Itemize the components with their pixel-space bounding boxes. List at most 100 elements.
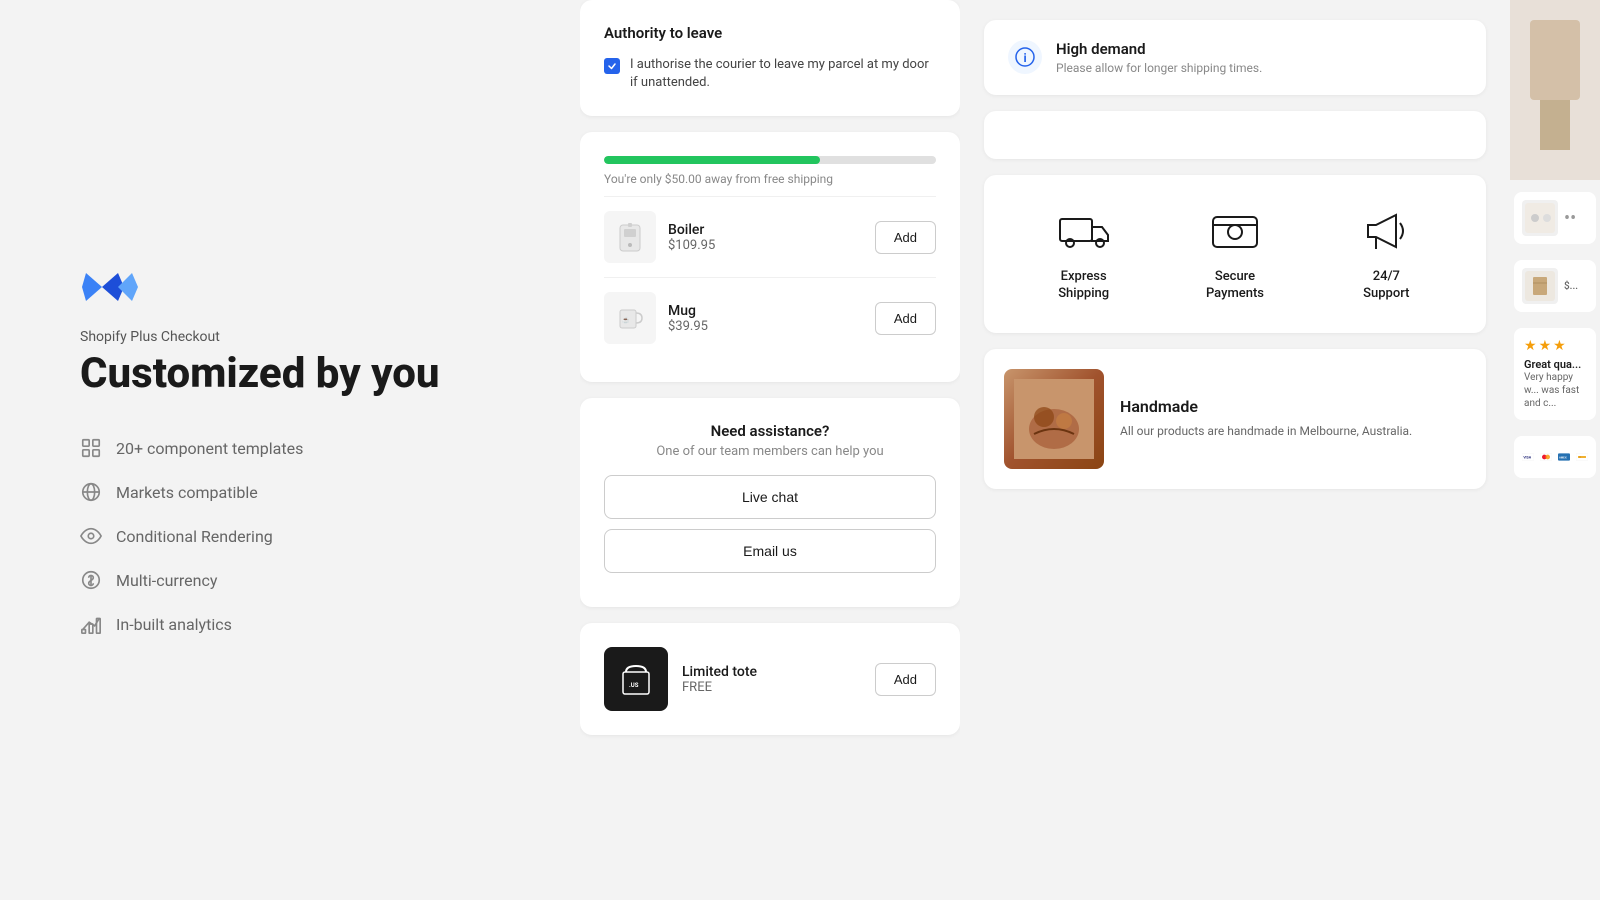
product-item-boiler: Boiler $109.95 Add bbox=[604, 196, 936, 277]
product-dots-indicator: •• bbox=[1564, 208, 1576, 229]
boiler-image bbox=[604, 211, 656, 263]
chart-icon bbox=[80, 613, 102, 635]
tote-icon: .US bbox=[611, 654, 661, 704]
authority-checkbox[interactable] bbox=[604, 58, 620, 74]
visa-icon: VISA bbox=[1522, 446, 1534, 468]
feature-list: 20+ component templates Markets compatib… bbox=[80, 437, 520, 635]
boiler-price: $109.95 bbox=[668, 238, 863, 253]
handmade-text: Handmade All our products are handmade i… bbox=[1120, 397, 1412, 440]
product-item-mug: ☕ Mug $39.95 Add bbox=[604, 277, 936, 358]
top-product-image bbox=[1510, 0, 1600, 180]
tote-price: FREE bbox=[682, 680, 861, 695]
feature-label-multicurrency: Multi-currency bbox=[116, 571, 217, 590]
feature-item-conditional: Conditional Rendering bbox=[80, 525, 520, 547]
add-tote-button[interactable]: Add bbox=[875, 663, 936, 696]
handmade-title: Handmade bbox=[1120, 397, 1412, 416]
assistance-subtitle: One of our team members can help you bbox=[604, 444, 936, 459]
info-icon-circle: i bbox=[1008, 40, 1042, 74]
mug-info: Mug $39.95 bbox=[668, 303, 863, 334]
star-1: ★ bbox=[1524, 338, 1537, 354]
handmade-card: Handmade All our products are handmade i… bbox=[984, 349, 1486, 489]
svg-text:i: i bbox=[1024, 51, 1027, 65]
high-demand-text: High demand Please allow for longer ship… bbox=[1056, 40, 1262, 75]
far-right-panel: •• $... ★ ★ ★ Great qua bbox=[1510, 0, 1600, 900]
secure-payments-label: SecurePayments bbox=[1206, 269, 1264, 303]
amex-icon: AMEX bbox=[1558, 446, 1570, 468]
authority-card: Authority to leave I authorise the couri… bbox=[580, 0, 960, 116]
feature-label-conditional: Conditional Rendering bbox=[116, 527, 273, 546]
grid-icon bbox=[80, 437, 102, 459]
feature-label-analytics: In-built analytics bbox=[116, 615, 232, 634]
mug-price: $39.95 bbox=[668, 319, 863, 334]
tote-card: .US Limited tote FREE Add bbox=[580, 623, 960, 735]
add-mug-button[interactable]: Add bbox=[875, 302, 936, 335]
feature-block-support: 24/7Support bbox=[1311, 205, 1462, 303]
truck-icon bbox=[1058, 205, 1110, 257]
support-label: 24/7Support bbox=[1363, 269, 1409, 303]
globe-icon bbox=[80, 481, 102, 503]
feature-block-express: ExpressShipping bbox=[1008, 205, 1159, 303]
feature-label-templates: 20+ component templates bbox=[116, 439, 303, 458]
feature-label-markets: Markets compatible bbox=[116, 483, 258, 502]
feature-item-markets: Markets compatible bbox=[80, 481, 520, 503]
far-right-product-item-2: $... bbox=[1514, 260, 1596, 312]
right-panel: i High demand Please allow for longer sh… bbox=[960, 0, 1510, 900]
star-2: ★ bbox=[1539, 338, 1552, 354]
tote-image: .US bbox=[604, 647, 668, 711]
authority-title: Authority to leave bbox=[604, 24, 936, 42]
right-section: i High demand Please allow for longer sh… bbox=[960, 0, 1600, 900]
review-text: Very happy w... was fast and c... bbox=[1524, 371, 1586, 410]
far-right-product-thumbnail bbox=[1522, 200, 1558, 236]
progress-text: You're only $50.00 away from free shippi… bbox=[604, 172, 936, 186]
eye-icon bbox=[80, 525, 102, 547]
review-title: Great qua... bbox=[1524, 358, 1586, 371]
payment-icons-row: VISA AMEX bbox=[1514, 436, 1596, 478]
logo-area bbox=[80, 265, 520, 309]
handmade-subtitle: All our products are handmade in Melbour… bbox=[1120, 422, 1412, 440]
info-icon: i bbox=[1015, 47, 1035, 67]
feature-block-secure: SecurePayments bbox=[1159, 205, 1310, 303]
high-demand-title: High demand bbox=[1056, 40, 1262, 58]
tote-info: Limited tote FREE bbox=[682, 664, 861, 695]
middle-panel: Authority to leave I authorise the couri… bbox=[580, 0, 960, 900]
mug-icon: ☕ bbox=[612, 300, 648, 336]
star-3: ★ bbox=[1553, 338, 1566, 354]
checkmark-icon bbox=[607, 61, 617, 71]
megaphone-icon bbox=[1360, 205, 1412, 257]
secure-payment-icon bbox=[1209, 205, 1261, 257]
boiler-icon bbox=[612, 219, 648, 255]
stars-row: ★ ★ ★ bbox=[1524, 338, 1586, 354]
authority-checkbox-label: I authorise the courier to leave my parc… bbox=[630, 56, 936, 92]
assistance-card: Need assistance? One of our team members… bbox=[580, 398, 960, 607]
spacer-card bbox=[984, 111, 1486, 159]
features-row: ExpressShipping SecurePayments bbox=[1008, 205, 1462, 303]
live-chat-button[interactable]: Live chat bbox=[604, 475, 936, 519]
svg-text:☕: ☕ bbox=[622, 316, 630, 324]
reviews-card: ★ ★ ★ Great qua... Very happy w... was f… bbox=[1514, 328, 1596, 420]
svg-text:VISA: VISA bbox=[1523, 456, 1531, 460]
product-thumbnail-icon bbox=[1525, 203, 1555, 233]
features-card: ExpressShipping SecurePayments bbox=[984, 175, 1486, 333]
mug-name: Mug bbox=[668, 303, 863, 319]
far-right-product-item: •• bbox=[1514, 192, 1596, 244]
shopify-label: Shopify Plus Checkout bbox=[80, 329, 520, 345]
svg-text:.US: .US bbox=[629, 682, 639, 689]
progress-bar-bg bbox=[604, 156, 936, 164]
brand-logo-icon bbox=[80, 265, 140, 309]
tote-name: Limited tote bbox=[682, 664, 861, 680]
dollar-icon bbox=[80, 569, 102, 591]
progress-bar-fill bbox=[604, 156, 820, 164]
email-us-button[interactable]: Email us bbox=[604, 529, 936, 573]
authority-checkbox-row: I authorise the courier to leave my parc… bbox=[604, 56, 936, 92]
left-panel: Shopify Plus Checkout Customized by you … bbox=[0, 0, 580, 900]
progress-products-card: You're only $50.00 away from free shippi… bbox=[580, 132, 960, 382]
add-boiler-button[interactable]: Add bbox=[875, 221, 936, 254]
feature-item-multicurrency: Multi-currency bbox=[80, 569, 520, 591]
mug-image: ☕ bbox=[604, 292, 656, 344]
far-right-top-image bbox=[1510, 0, 1600, 180]
feature-item-analytics: In-built analytics bbox=[80, 613, 520, 635]
product-2-price-label: $... bbox=[1564, 281, 1578, 292]
high-demand-card: i High demand Please allow for longer sh… bbox=[984, 20, 1486, 95]
high-demand-subtitle: Please allow for longer shipping times. bbox=[1056, 61, 1262, 75]
product-thumbnail-2-icon bbox=[1525, 271, 1555, 301]
